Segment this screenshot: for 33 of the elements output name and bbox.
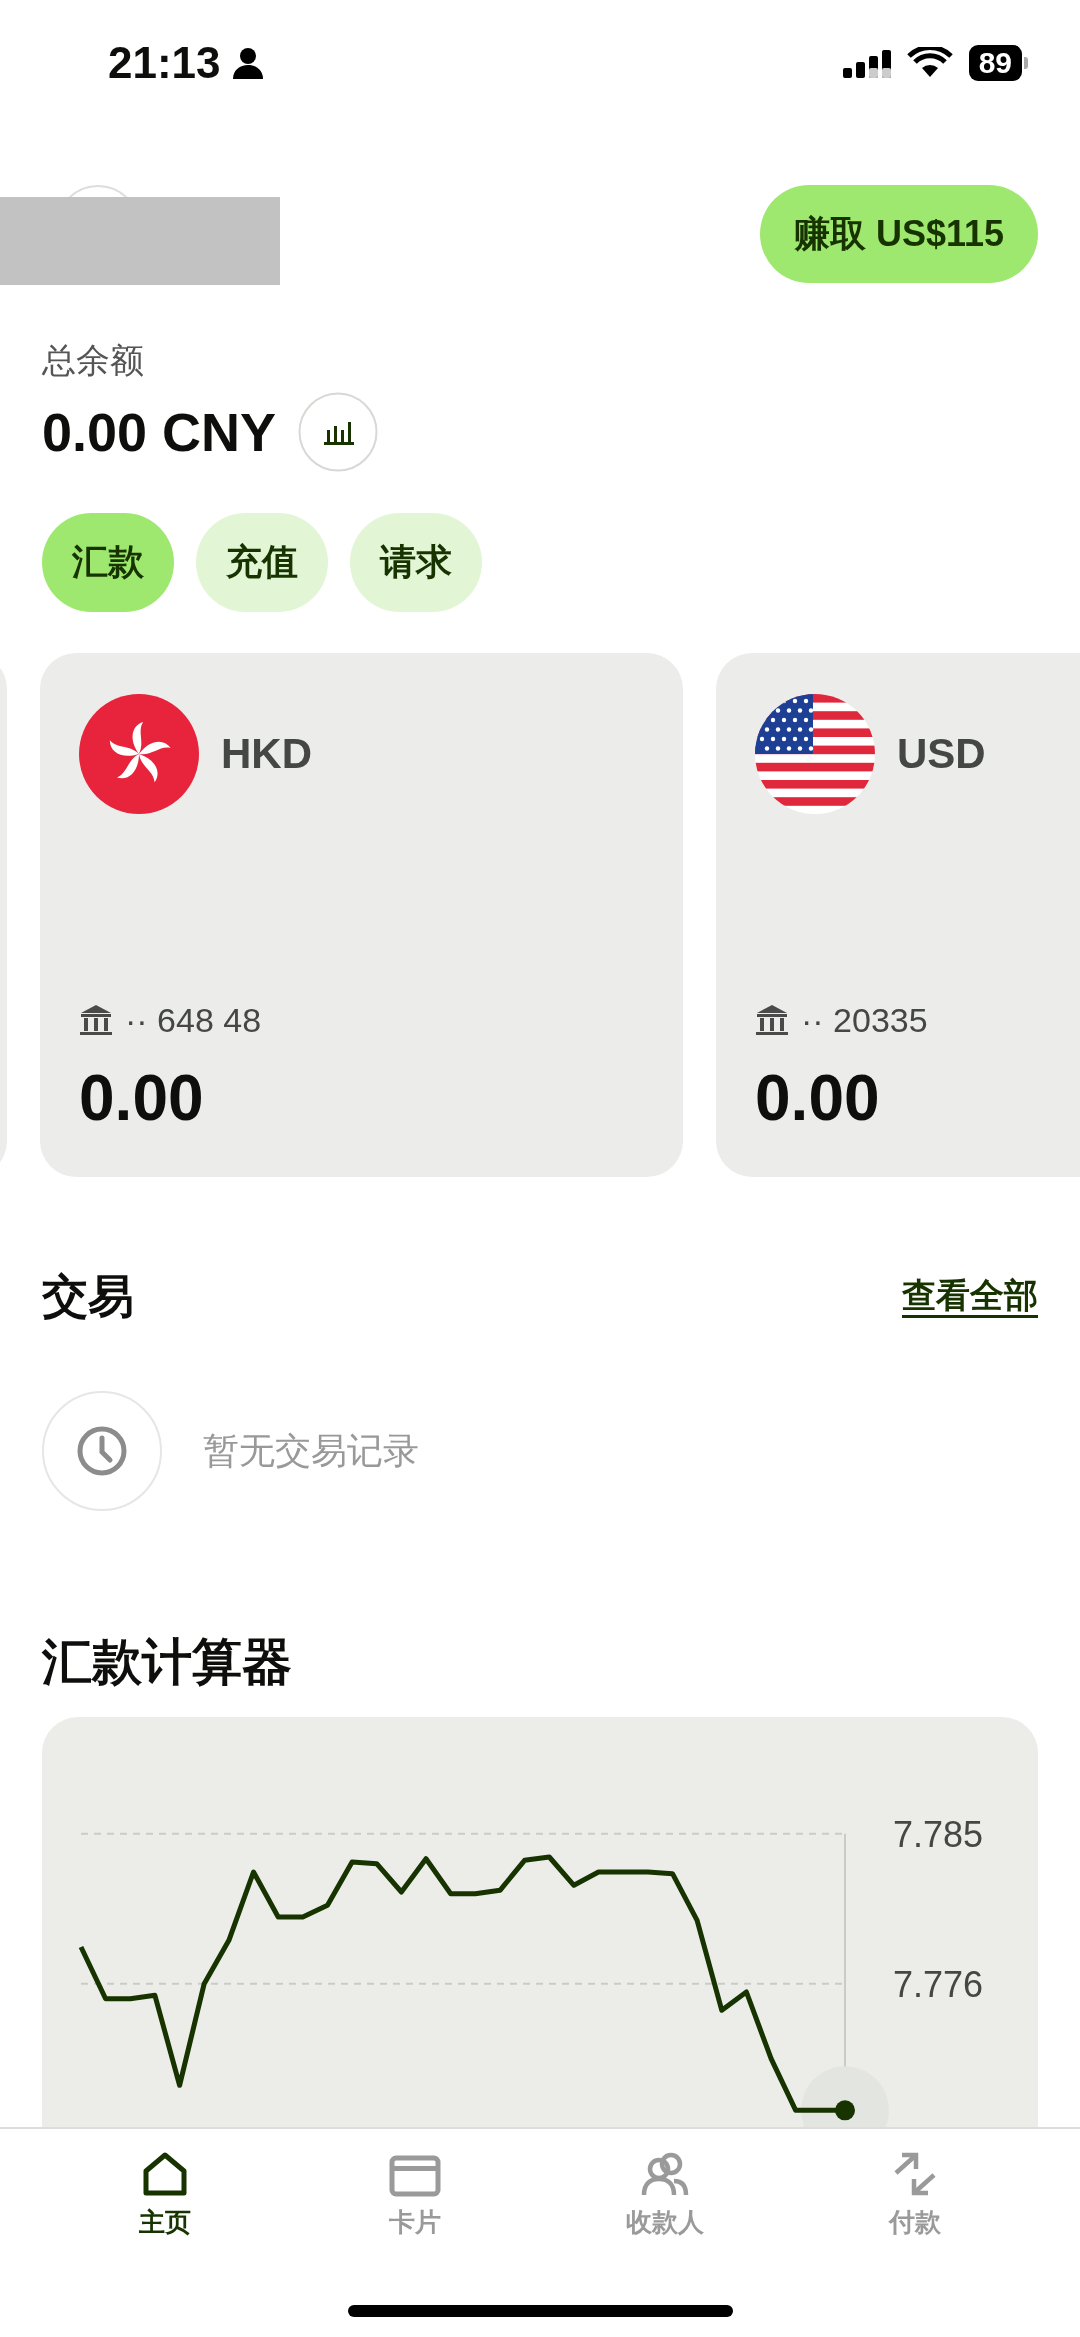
clock-time: 21:13: [108, 38, 221, 88]
end-point-marker[interactable]: [835, 2100, 855, 2121]
account-balance: 0.00: [755, 1061, 881, 1136]
balance-label: 总余额: [42, 340, 145, 381]
account-card[interactable]: HKD ·· 648 48 0.00: [40, 653, 683, 1177]
view-all-link[interactable]: 查看全部: [902, 1273, 1038, 1319]
action-button[interactable]: 充值: [196, 513, 328, 612]
empty-message: 暂无交易记录: [203, 1428, 419, 1473]
bank-icon: [755, 1003, 789, 1037]
y-axis-label: 7.785: [892, 1813, 983, 1855]
action-button[interactable]: 请求: [350, 513, 482, 612]
battery-level: 89: [968, 45, 1022, 81]
bank-icon: [79, 1003, 113, 1037]
hong-kong-flag-icon: [79, 694, 199, 814]
person-icon: [230, 46, 265, 80]
balance-amount: 0.00 CNY: [42, 401, 277, 463]
wifi-icon: [906, 47, 953, 79]
account-number: ·· 648 48: [125, 1000, 262, 1040]
account-number: ·· 20335: [801, 1000, 928, 1040]
account-balance: 0.00: [79, 1061, 205, 1136]
bar-chart-icon: [298, 392, 379, 472]
section-title: 交易: [42, 1269, 134, 1324]
action-button[interactable]: 汇款: [42, 513, 174, 612]
signal-icon: [842, 48, 891, 78]
currency-code: HKD: [221, 730, 312, 778]
account-card[interactable]: USD ·· 20335 0.00: [716, 653, 1080, 1177]
stats-button[interactable]: [298, 392, 379, 472]
currency-code: USD: [897, 730, 986, 778]
section-title: 汇款计算器: [42, 1633, 293, 1692]
nav-tab[interactable]: 主页: [85, 2149, 245, 2240]
clock-icon: [42, 1391, 162, 1511]
earn-button[interactable]: 赚取 US$115: [759, 185, 1038, 283]
y-axis-label: 7.776: [892, 1963, 983, 2005]
